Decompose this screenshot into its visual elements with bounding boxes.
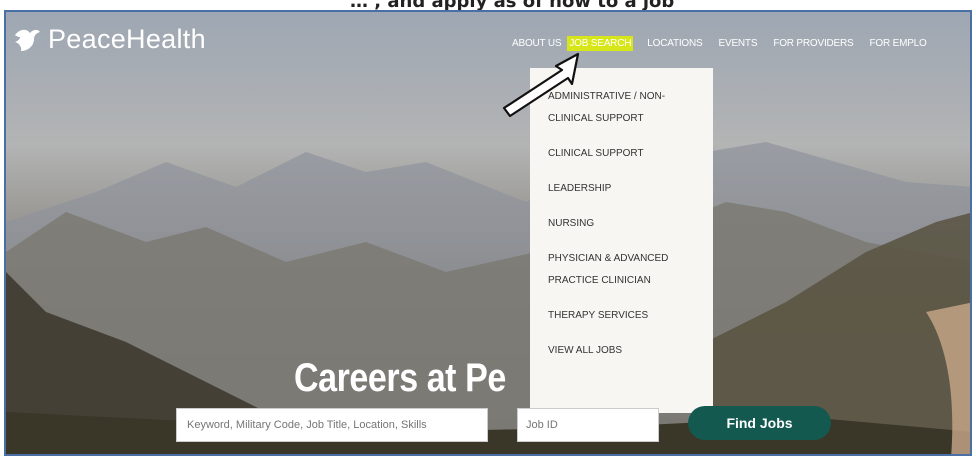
brand-logo[interactable]: PeaceHealth (12, 24, 206, 55)
nav-events[interactable]: EVENTS (719, 38, 758, 49)
nav-about-us[interactable]: ABOUT US (512, 38, 562, 49)
keyword-search-input[interactable] (176, 408, 488, 442)
dropdown-item-nursing[interactable]: NURSING (530, 213, 713, 235)
dropdown-item-physician[interactable]: PHYSICIAN & ADVANCED PRACTICE CLINICIAN (530, 248, 713, 292)
nav-for-providers[interactable]: FOR PROVIDERS (773, 38, 853, 49)
job-id-input[interactable] (517, 408, 659, 442)
arrow-pointer-icon (502, 52, 580, 118)
hero-title: Careers at Pe (294, 356, 506, 400)
nav-locations[interactable]: LOCATIONS (647, 38, 702, 49)
dropdown-item-leadership[interactable]: LEADERSHIP (530, 178, 713, 200)
nav-for-employers[interactable]: FOR EMPLO (870, 38, 927, 49)
nav-job-search[interactable]: JOB SEARCH (567, 36, 634, 51)
dropdown-item-clinical-support[interactable]: CLINICAL SUPPORT (530, 143, 713, 165)
dropdown-item-view-all[interactable]: VIEW ALL JOBS (530, 340, 713, 362)
browser-frame: PeaceHealth ABOUT US JOB SEARCH LOCATION… (4, 10, 972, 456)
brand-name: PeaceHealth (48, 24, 206, 54)
find-jobs-button[interactable]: Find Jobs (688, 406, 831, 440)
dropdown-item-therapy[interactable]: THERAPY SERVICES (530, 305, 713, 327)
dove-hand-logo-icon (15, 29, 40, 51)
main-nav: ABOUT US JOB SEARCH LOCATIONS EVENTS FOR… (512, 36, 943, 51)
